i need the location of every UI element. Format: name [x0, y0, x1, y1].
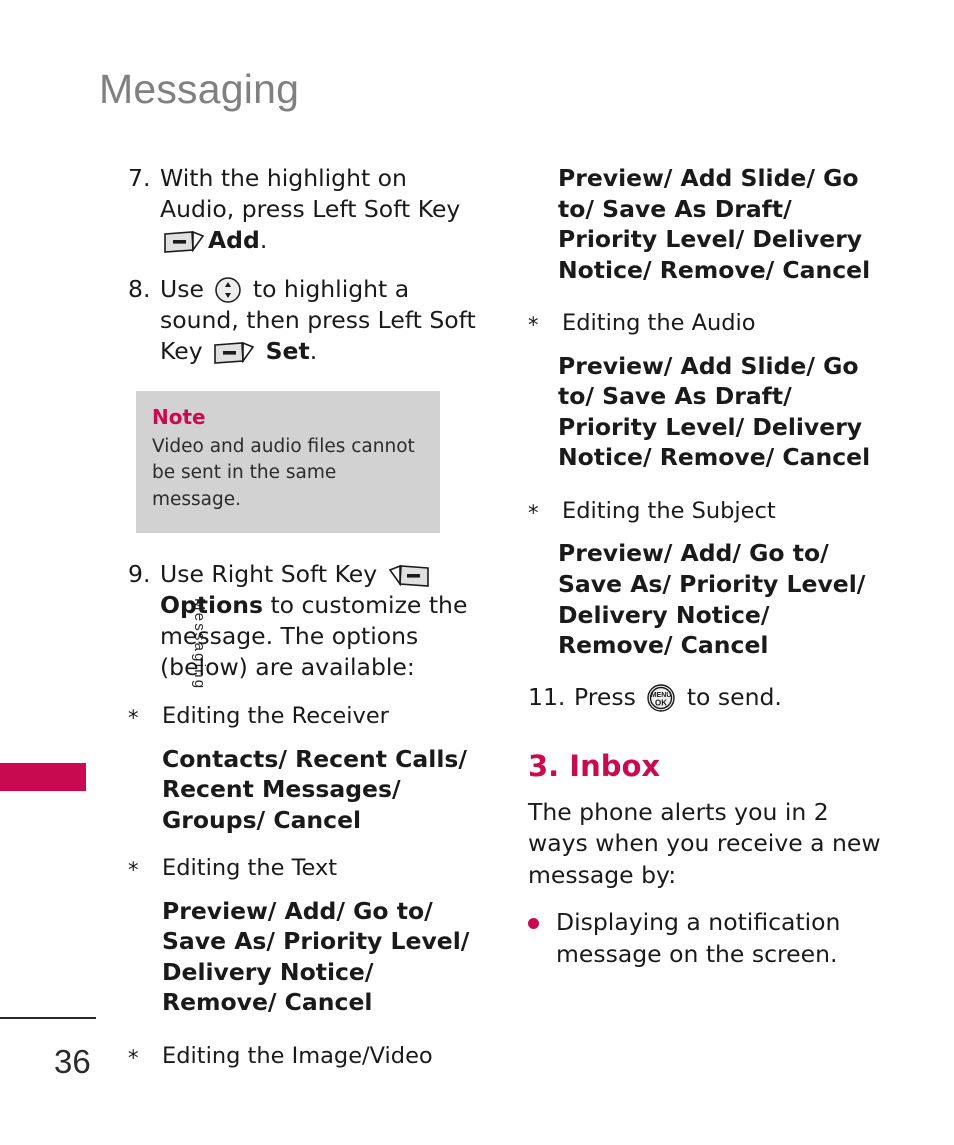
step-8-text-middle: to highlight a sound, then press Left So… — [160, 275, 476, 366]
footer-rule — [0, 1017, 96, 1019]
options-list-audio: Preview/ Add Slide/ Go to/ Save As Draft… — [558, 351, 871, 472]
dot-bullet-icon — [528, 907, 556, 970]
page-number: 36 — [54, 1043, 91, 1080]
note-box: Note Video and audio files cannot be sen… — [136, 391, 440, 533]
bullet-displaying-notification: Displaying a notification message on the… — [528, 907, 888, 970]
options-list-subject: Preview/ Add/ Go to/ Save As/ Priority L… — [558, 539, 866, 660]
left-soft-key-icon — [163, 230, 205, 254]
bullet-label: Editing the Image/Video — [162, 1042, 433, 1069]
right-soft-key-icon — [388, 564, 430, 588]
step-7-text-end: . — [259, 226, 268, 255]
star-bullet-icon: * — [128, 1045, 139, 1070]
dot-bullet-label: Displaying a notification message on the… — [556, 908, 841, 968]
note-text: Video and audio files cannot be sent in … — [152, 436, 415, 510]
bullet-editing-the-image-video: * Editing the Image/Video — [128, 1042, 488, 1075]
step-7: 7. With the highlight on Audio, press Le… — [128, 163, 488, 256]
page-title: Messaging — [99, 66, 300, 112]
step-7-number: 7. — [128, 164, 151, 192]
options-list-receiver: Contacts/ Recent Calls/ Recent Messages/… — [162, 744, 467, 834]
options-list-image-video: Preview/ Add Slide/ Go to/ Save As Draft… — [558, 164, 871, 284]
bullet-label: Editing the Subject — [562, 497, 776, 524]
step-8-bold-label: Set — [265, 337, 310, 366]
step-11-text-after: to send. — [686, 682, 782, 711]
star-bullet-icon: * — [528, 500, 539, 525]
step-7-text: With the highlight on Audio, press Left … — [160, 164, 461, 224]
bullet-editing-the-subject: * Editing the Subject — [528, 497, 888, 530]
side-tab-marker — [0, 763, 86, 791]
options-list-text: Preview/ Add/ Go to/ Save As/ Priority L… — [162, 896, 470, 1017]
step-11: 11. Press MENU OK to send. — [528, 682, 888, 713]
bullet-label: Editing the Audio — [562, 310, 756, 337]
section-heading-inbox: 3. Inbox — [528, 748, 661, 783]
right-column: Preview/ Add Slide/ Go to/ Save As Draft… — [528, 163, 888, 970]
star-bullet-icon: * — [128, 705, 139, 730]
navigation-wheel-icon — [214, 276, 242, 304]
left-column: 7. With the highlight on Audio, press Le… — [128, 163, 488, 1083]
bullet-editing-the-audio: * Editing the Audio — [528, 309, 888, 342]
step-9-bold-label: Options — [160, 590, 263, 619]
step-9-body: Use Right Soft Key Options to customize … — [160, 559, 488, 683]
step-9: 9. Use Right Soft Key Options to customi… — [128, 559, 488, 683]
step-7-body: With the highlight on Audio, press Left … — [160, 163, 488, 256]
section-paragraph: The phone alerts you in 2 ways when you … — [528, 797, 881, 889]
star-bullet-icon: * — [128, 858, 139, 883]
step-11-body: Press MENU OK to send. — [574, 682, 888, 713]
step-9-text: Use Right Soft Key — [160, 559, 378, 588]
left-soft-key-icon — [213, 341, 255, 365]
bullet-editing-the-text: * Editing the Text — [128, 854, 488, 887]
svg-text:OK: OK — [655, 698, 667, 707]
step-11-number: 11. — [528, 682, 566, 711]
step-9-number: 9. — [128, 559, 151, 588]
menu-ok-key-icon: MENU OK — [646, 683, 676, 713]
bullet-editing-the-receiver: * Editing the Receiver — [128, 702, 488, 735]
star-bullet-icon: * — [528, 313, 539, 338]
bullet-label: Editing the Text — [162, 855, 338, 882]
step-8: 8. Use to highlight a sound, then press … — [128, 274, 488, 367]
step-8-number: 8. — [128, 275, 151, 304]
step-11-text: Press — [574, 682, 636, 711]
step-8-body: Use to highlight a sound, then press Lef… — [160, 274, 488, 367]
bullet-label: Editing the Receiver — [162, 702, 389, 729]
step-8-text-end: . — [309, 337, 318, 366]
step-8-text: Use — [160, 275, 204, 304]
note-title: Note — [152, 405, 206, 430]
step-7-bold-label: Add — [208, 226, 260, 255]
